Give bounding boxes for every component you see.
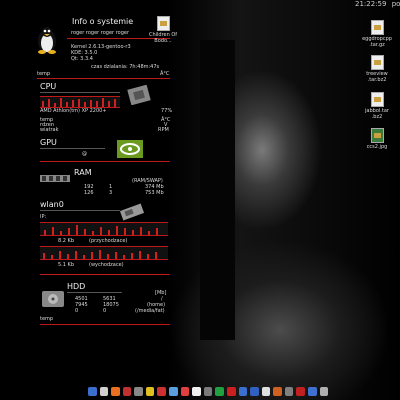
- cpu-rpm-unit: RPM: [158, 127, 169, 133]
- network-card-icon: [119, 203, 145, 221]
- wlan-upload-graph: [40, 246, 168, 260]
- wlan-title: wlan0: [40, 200, 64, 209]
- editor-icon[interactable]: [192, 387, 201, 396]
- clock-icon[interactable]: [261, 387, 271, 396]
- nvidia-logo-icon: [117, 140, 143, 158]
- wlan-upload-rate: 5.1 Kb: [58, 262, 74, 268]
- desktop-icon-children[interactable]: Children Of Bodo...: [146, 16, 180, 44]
- divider: [40, 274, 170, 275]
- tools-icon[interactable]: [203, 387, 213, 396]
- clock-time: 21:22:59: [355, 0, 387, 8]
- file-manager-icon[interactable]: [250, 387, 259, 396]
- hdd-fat-used: 0: [75, 308, 79, 314]
- archive-icon: [370, 20, 384, 35]
- cpu-chip-icon: [127, 85, 151, 105]
- divider: [40, 210, 120, 211]
- swap-used: 126: [84, 190, 94, 196]
- disk-icon[interactable]: [319, 387, 329, 396]
- wlan-upload-label: (wychodzace): [89, 262, 124, 268]
- cpu-model: AMD Athlon(tm) XP 2200+: [40, 108, 107, 114]
- globe-icon[interactable]: [307, 387, 317, 396]
- hdd-fat-free: 0: [103, 308, 107, 314]
- wlan-download-label: (przychodzace): [89, 238, 128, 244]
- volume-icon[interactable]: [273, 387, 282, 396]
- network-icon[interactable]: [238, 387, 248, 396]
- media-player-icon[interactable]: [157, 387, 167, 396]
- cpu-usage-graph: [40, 96, 120, 108]
- desktop-icon-label: Children Of Bodo...: [148, 32, 178, 44]
- file-icon: [156, 16, 170, 31]
- home-icon[interactable]: [122, 387, 132, 396]
- desktop-icon-label: ccs2.jpg: [366, 144, 388, 150]
- wlan-ip-label: IP:: [40, 214, 47, 220]
- info-temp-unit: Â°C: [160, 71, 170, 77]
- cpu-panel: CPU AMD Athlon(tm) XP 2200+ 77% temp rdz…: [37, 82, 173, 134]
- chat-icon[interactable]: [215, 387, 224, 396]
- info-qt: Qt: 3.3.4: [71, 56, 93, 62]
- hard-drive-icon: [42, 291, 64, 307]
- wlan-panel: wlan0 IP: 8.2 Kb (przychodzace) 5.1 Kb (…: [37, 200, 170, 276]
- hdd-title: HDD: [67, 282, 86, 291]
- desktop-icon-label: jabbol.tar .bz2: [365, 108, 389, 120]
- clock-day: poni: [391, 0, 400, 8]
- archive-icon: [370, 55, 384, 70]
- info-uptime: czas dzialania: 7h:48m:47s: [91, 64, 160, 70]
- tux-icon: [38, 27, 56, 54]
- cpu-title: CPU: [40, 82, 57, 91]
- ram-panel: RAM (RAM/SWAP) 192 1 374 Mb 126 3 753 Mb: [37, 168, 170, 198]
- divider: [40, 148, 105, 149]
- firefox-icon[interactable]: [111, 387, 120, 396]
- desktop-icon-jabbol[interactable]: jabbol.tar .bz2: [360, 92, 394, 120]
- desktop-icon-label: eggdropcpp .tar.gz: [362, 36, 392, 48]
- hdd-panel: HDD [Mb] 4501 5631 / 7945 18075 (home) 0…: [37, 282, 170, 327]
- desktop-icon-treeview[interactable]: treeview .tar.bz2: [360, 55, 394, 83]
- divider: [40, 161, 170, 162]
- wlan-download-graph: [40, 222, 168, 236]
- divider: [67, 292, 122, 293]
- trash-icon[interactable]: [284, 387, 294, 396]
- gpu-temp-symbol: @: [82, 151, 87, 157]
- record-icon[interactable]: [226, 387, 236, 396]
- cpu-usage: 77%: [161, 108, 173, 114]
- swap-total: 753 Mb: [145, 190, 164, 196]
- archive-icon: [370, 92, 384, 107]
- divider: [40, 324, 170, 325]
- cpu-fan-label: wiatrak: [40, 127, 59, 133]
- power-icon[interactable]: [296, 387, 305, 396]
- gpu-title: GPU: [40, 138, 57, 147]
- taskbar: [88, 387, 329, 399]
- terminal-icon[interactable]: [99, 387, 109, 396]
- ram-title: RAM: [74, 168, 92, 177]
- settings-icon[interactable]: [134, 387, 143, 396]
- info-title: Info o systemie: [72, 17, 134, 26]
- info-temp-label: temp: [37, 71, 51, 77]
- swap-percent: 3: [109, 190, 113, 196]
- hdd-fat-mount: (/media/fat): [135, 308, 165, 314]
- image-icon: [370, 128, 384, 143]
- info-users: roger roger roger roger: [71, 30, 130, 36]
- wlan-download-rate: 8.2 Kb: [58, 238, 74, 244]
- desktop-icon-label: treeview .tar.bz2: [366, 71, 388, 83]
- divider: [37, 78, 170, 79]
- desktop-icon-eggdrop[interactable]: eggdropcpp .tar.gz: [360, 20, 394, 48]
- music-icon[interactable]: [180, 387, 190, 396]
- ram-module-icon: [40, 175, 70, 182]
- desktop-icon-ccs2[interactable]: ccs2.jpg: [360, 128, 394, 150]
- browser-icon[interactable]: [169, 387, 178, 396]
- konqueror-icon[interactable]: [88, 387, 97, 396]
- gpu-panel: GPU @: [37, 138, 170, 162]
- divider: [40, 92, 120, 93]
- hdd-temp-label: temp: [40, 316, 54, 322]
- wallpaper-shadow: [200, 40, 235, 340]
- mail-icon[interactable]: [145, 387, 155, 396]
- clock-area[interactable]: 21:22:59 poni: [355, 0, 400, 11]
